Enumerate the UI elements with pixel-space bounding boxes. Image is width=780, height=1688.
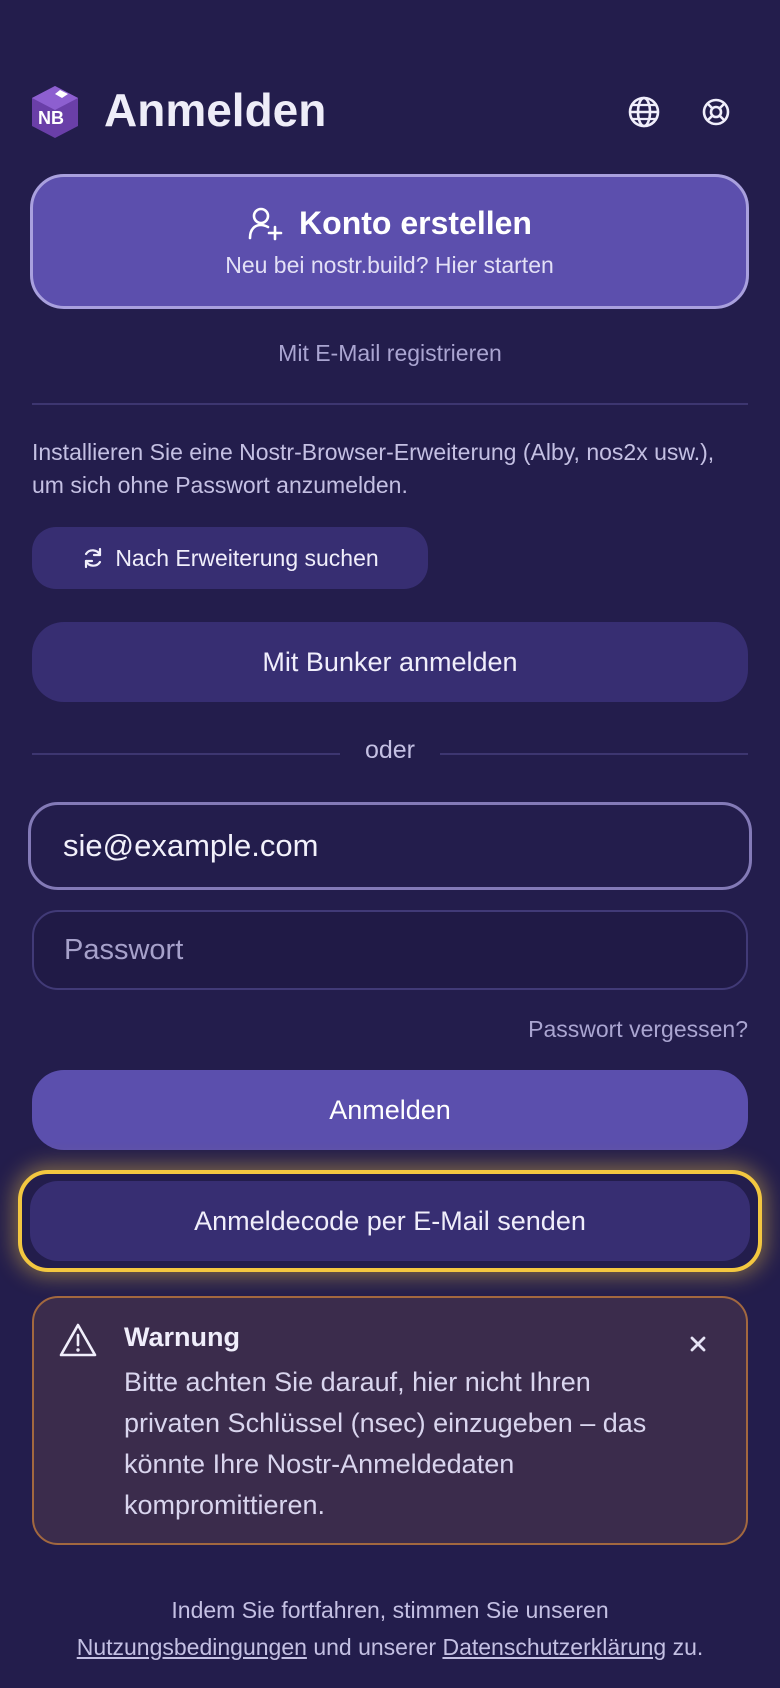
- email-code-button[interactable]: Anmeldecode per E-Mail senden: [30, 1181, 750, 1261]
- page-title: Anmelden: [104, 84, 327, 136]
- help-button[interactable]: [694, 90, 738, 134]
- or-divider-right: [440, 753, 748, 755]
- extension-info-text: Installieren Sie eine Nostr-Browser-Erwe…: [32, 439, 715, 498]
- or-divider-text: oder: [364, 736, 416, 764]
- password-field[interactable]: Passwort: [32, 910, 748, 990]
- search-extension-label: Nach Erweiterung suchen: [115, 544, 379, 571]
- logo-text: NB: [38, 108, 64, 128]
- email-field[interactable]: sie@example.com: [28, 802, 752, 890]
- legal-footer: Indem Sie fortfahren, stimmen Sie unsere…: [0, 1592, 780, 1666]
- create-account-subtitle: Neu bei nostr.build? Hier starten: [225, 251, 554, 278]
- create-account-label: Konto erstellen: [299, 204, 532, 241]
- or-divider-left: [32, 753, 340, 755]
- create-account-button[interactable]: Konto erstellen Neu bei nostr.build? Hie…: [30, 174, 749, 309]
- close-icon[interactable]: [686, 1332, 710, 1356]
- bunker-login-button[interactable]: Mit Bunker anmelden: [32, 622, 748, 702]
- divider: [32, 403, 748, 405]
- forgot-password-link[interactable]: Passwort vergessen?: [528, 1016, 748, 1043]
- footer-middle: und unserer: [313, 1634, 437, 1660]
- user-plus-icon: [248, 207, 283, 241]
- login-button[interactable]: Anmelden: [32, 1070, 748, 1150]
- warning-triangle-icon: [58, 1322, 98, 1358]
- language-button[interactable]: [622, 90, 666, 134]
- warning-title: Warnung: [124, 1322, 240, 1352]
- register-email-link[interactable]: Mit E-Mail registrieren: [0, 340, 780, 367]
- footer-prefix: Indem Sie fortfahren, stimmen Sie unsere…: [171, 1597, 609, 1623]
- terms-link[interactable]: Nutzungsbedingungen: [77, 1634, 307, 1660]
- refresh-icon: [85, 547, 102, 569]
- app-logo: NB: [28, 84, 82, 140]
- search-extension-button[interactable]: Nach Erweiterung suchen: [32, 527, 428, 589]
- globe-icon: [628, 96, 660, 128]
- lifebuoy-icon: [702, 98, 730, 126]
- warning-body: Bitte achten Sie darauf, hier nicht Ihre…: [124, 1367, 647, 1520]
- footer-suffix: zu.: [672, 1634, 704, 1660]
- privacy-link[interactable]: Datenschutzerklärung: [442, 1634, 666, 1660]
